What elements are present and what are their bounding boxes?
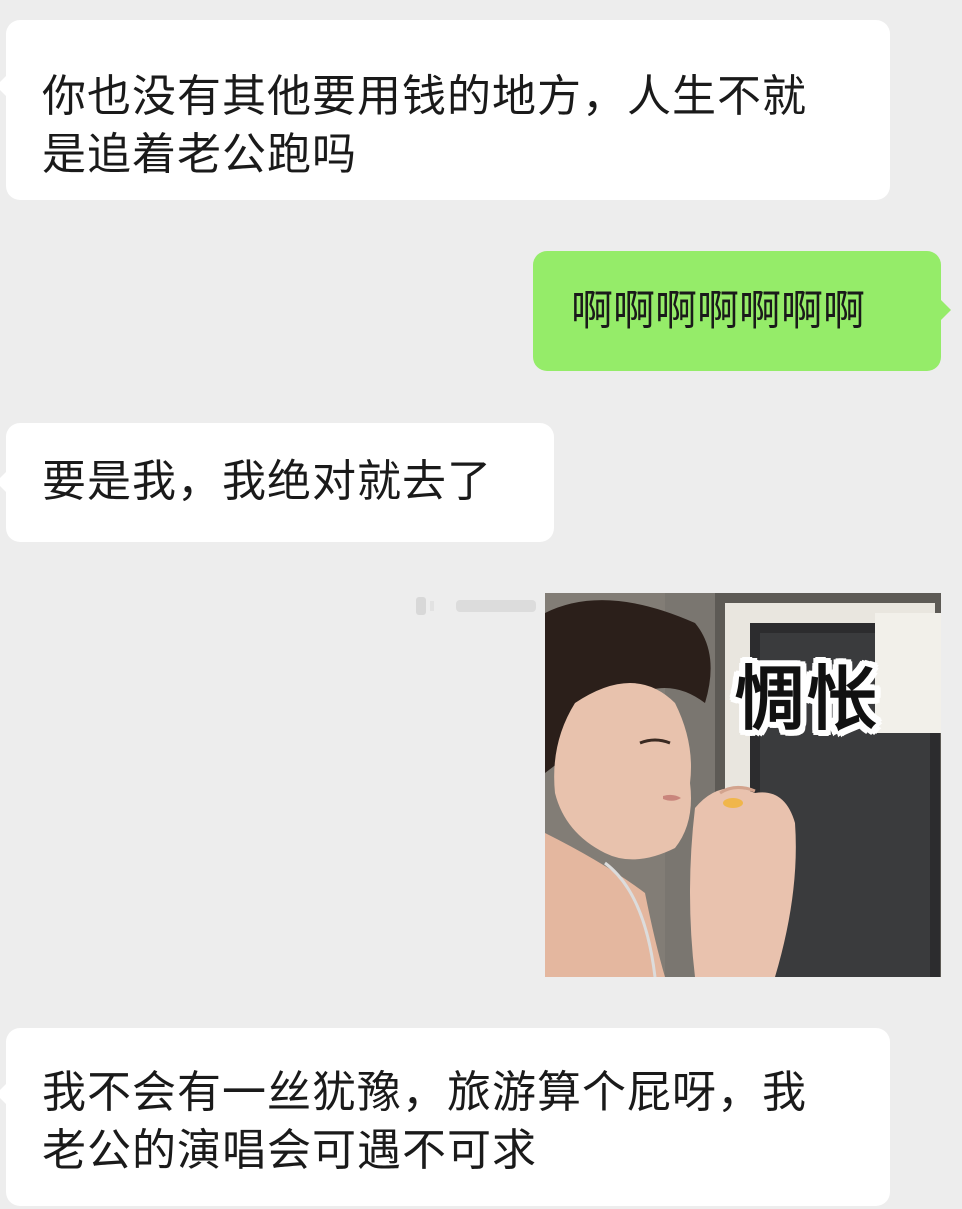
- sticker-caption: 惆怅: [735, 658, 879, 740]
- sticker-image[interactable]: 惆怅: [545, 593, 941, 977]
- incoming-message-bubble[interactable]: 要是我，我绝对就去了: [0, 423, 554, 542]
- message-text-line: 是追着老公跑吗: [42, 129, 357, 180]
- send-status-indicator: [412, 593, 542, 619]
- message-text-line: 你也没有其他要用钱的地方，人生不就: [42, 71, 807, 122]
- bubble-tail: [940, 299, 951, 321]
- incoming-message-bubble[interactable]: 你也没有其他要用钱的地方，人生不就 是追着老公跑吗: [0, 20, 890, 200]
- message-text: 啊啊啊啊啊啊啊: [571, 286, 866, 335]
- message-text: 要是我，我绝对就去了: [42, 456, 492, 507]
- incoming-message-bubble[interactable]: 我不会有一丝犹豫，旅游算个屁呀，我 老公的演唱会可遇不可求: [0, 1028, 890, 1206]
- bubble-tail: [0, 471, 7, 493]
- outgoing-message-bubble[interactable]: 啊啊啊啊啊啊啊: [533, 251, 951, 371]
- bubble-tail: [0, 1083, 7, 1105]
- message-text-line: 我不会有一丝犹豫，旅游算个屁呀，我: [42, 1067, 807, 1118]
- message-text-line: 老公的演唱会可遇不可求: [42, 1125, 537, 1176]
- bubble-tail: [0, 75, 7, 97]
